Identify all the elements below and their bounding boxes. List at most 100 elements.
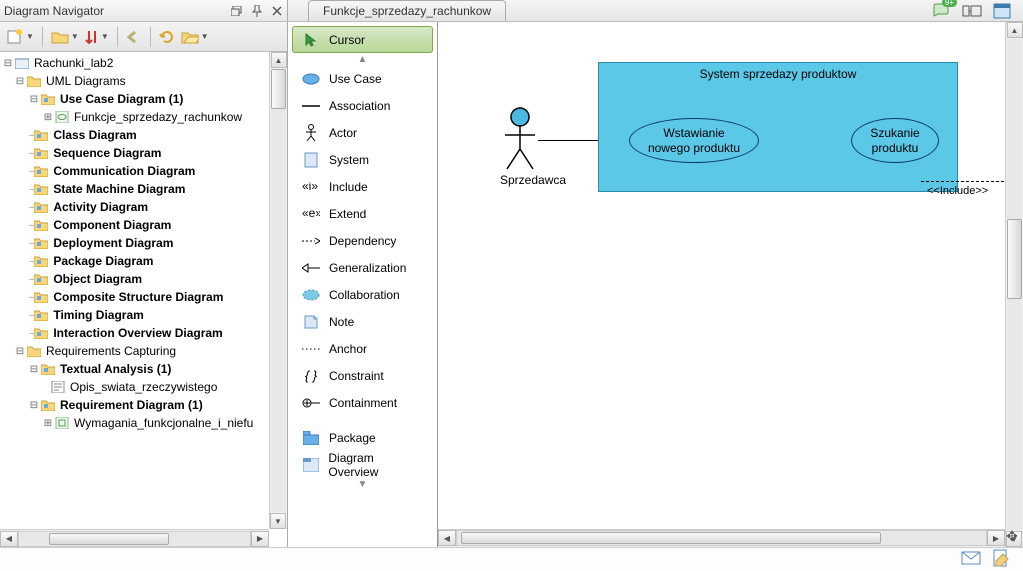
notifications-icon[interactable]: 9+ (931, 1, 953, 21)
palette-extend[interactable]: «e»Extend (292, 200, 433, 227)
tree-item-leaf[interactable]: Opis_swiata_rzeczywistego (0, 378, 280, 396)
tree-item[interactable]: ····Timing Diagram (0, 306, 280, 324)
actor-label: Sprzedawca (500, 173, 540, 187)
scroll-thumb[interactable] (271, 69, 286, 109)
tab-label: Funkcje_sprzedazy_rachunkow (323, 4, 491, 18)
tree-vscroll[interactable]: ▲ ▼ (269, 52, 287, 529)
palette-dependency[interactable]: Dependency (292, 227, 433, 254)
scroll-up-icon[interactable]: ▲ (271, 52, 287, 68)
tree-item[interactable]: ····Communication Diagram (0, 162, 280, 180)
svg-text:«i»: «i» (302, 182, 318, 192)
tree-item[interactable]: ····Deployment Diagram (0, 234, 280, 252)
tree-item-leaf[interactable]: ⊞Wymagania_funkcjonalne_i_niefu (0, 414, 280, 432)
browse-folder-icon[interactable]: ▼ (181, 29, 209, 45)
palette-collapse-up-icon[interactable]: ▲ (288, 53, 437, 65)
diagram-folder-icon (33, 218, 49, 232)
system-boundary[interactable]: System sprzedazy produktow Wstawianienow… (598, 62, 958, 192)
tree-item[interactable]: ····Sequence Diagram (0, 144, 280, 162)
collaboration-icon (301, 289, 321, 301)
open-folder-icon[interactable]: ▼ (51, 29, 79, 45)
tree-item-leaf[interactable]: ⊞ Funkcje_sprzedazy_rachunkow (0, 108, 280, 126)
palette-usecase[interactable]: Use Case (292, 65, 433, 92)
diagram-folder-icon (33, 164, 49, 178)
palette-anchor[interactable]: Anchor (292, 335, 433, 362)
scroll-thumb[interactable] (49, 533, 169, 545)
tree-item[interactable]: ····State Machine Diagram (0, 180, 280, 198)
scroll-thumb[interactable] (1007, 219, 1022, 299)
package-icon (301, 431, 321, 445)
tab-diagram[interactable]: Funkcje_sprzedazy_rachunkow (308, 0, 506, 21)
scroll-up-icon[interactable]: ▲ (1007, 22, 1023, 38)
project-tree[interactable]: ⊟ Rachunki_lab2 ⊟ UML Diagrams ⊟ Use Cas… (0, 52, 280, 529)
tree-item[interactable]: ⊟ Use Case Diagram (1) (0, 90, 280, 108)
pin-icon[interactable] (248, 3, 266, 19)
close-icon[interactable] (268, 3, 286, 19)
tree-group-req[interactable]: ⊟ Requirements Capturing (0, 342, 280, 360)
include-icon: «i» (301, 182, 321, 192)
tree-item[interactable]: ····Component Diagram (0, 216, 280, 234)
main-area: ▼ ▼ ▼ (0, 22, 1023, 547)
diagram-canvas[interactable]: Sprzedawca System sprzedazy produktow Ws… (438, 22, 1005, 529)
move-grip-icon[interactable]: ✥ (1003, 527, 1021, 545)
association-icon (301, 103, 321, 109)
tree-item[interactable]: ⊟Requirement Diagram (1) (0, 396, 280, 414)
restore-icon[interactable] (228, 3, 246, 19)
navigator-panel: ▼ ▼ ▼ (0, 22, 288, 547)
layout-icon[interactable] (961, 1, 983, 21)
tree-hscroll[interactable]: ◀ ▶ (0, 529, 269, 547)
tree-root[interactable]: ⊟ Rachunki_lab2 (0, 54, 280, 72)
diagram-folder-icon (33, 326, 49, 340)
nav-back-icon[interactable] (126, 30, 142, 44)
palette-cursor[interactable]: Cursor (292, 26, 433, 53)
top-bar: Diagram Navigator Funkcje_sprzedazy_rach… (0, 0, 1023, 22)
usecase-1[interactable]: Wstawianienowego produktu (629, 118, 759, 163)
mail-icon[interactable] (961, 551, 981, 568)
editor-area: Cursor ▲ Use Case Association Actor Syst… (288, 22, 1023, 547)
palette-constraint[interactable]: { }Constraint (292, 362, 433, 389)
folder-icon (26, 74, 42, 88)
palette-collapse-down-icon[interactable]: ▼ (288, 478, 437, 490)
tree-item[interactable]: ····Composite Structure Diagram (0, 288, 280, 306)
palette-collaboration[interactable]: Collaboration (292, 281, 433, 308)
palette-include[interactable]: «i»Include (292, 173, 433, 200)
req-file-icon (54, 416, 70, 430)
palette-containment[interactable]: Containment (292, 389, 433, 416)
new-icon[interactable]: ▼ (6, 28, 34, 46)
refresh-icon[interactable] (159, 29, 175, 45)
diagram-folder-icon (40, 92, 56, 106)
tree-item[interactable]: ⊟Textual Analysis (1) (0, 360, 280, 378)
sort-icon[interactable]: ▼ (85, 29, 109, 45)
diagram-folder-icon (40, 398, 56, 412)
scroll-right-icon[interactable]: ▶ (251, 531, 269, 547)
folder-icon (26, 344, 42, 358)
window-icon[interactable] (991, 1, 1013, 21)
palette-generalization[interactable]: Generalization (292, 254, 433, 281)
tree-item[interactable]: ····Object Diagram (0, 270, 280, 288)
tree-item[interactable]: ····Class Diagram (0, 126, 280, 144)
palette-diagram-overview[interactable]: Diagram Overview (292, 451, 433, 478)
palette-association[interactable]: Association (292, 92, 433, 119)
actor-shape[interactable]: Sprzedawca (500, 107, 540, 187)
palette-package[interactable]: Package (292, 424, 433, 451)
system-icon (301, 152, 321, 168)
include-connector[interactable] (921, 181, 1005, 182)
scroll-thumb[interactable] (461, 532, 881, 544)
project-icon (14, 56, 30, 70)
tree-group-uml[interactable]: ⊟ UML Diagrams (0, 72, 280, 90)
navigator-header: Diagram Navigator (0, 0, 288, 21)
scroll-left-icon[interactable]: ◀ (0, 531, 18, 547)
tree-item[interactable]: ····Package Diagram (0, 252, 280, 270)
diagram-folder-icon (33, 182, 49, 196)
tree-item[interactable]: ····Activity Diagram (0, 198, 280, 216)
tree-item[interactable]: ····Interaction Overview Diagram (0, 324, 280, 342)
canvas-vscroll[interactable]: ▲ ▼ (1005, 22, 1023, 547)
generalization-icon (301, 263, 321, 273)
usecase-2[interactable]: Szukanieproduktu (851, 118, 939, 163)
palette-system[interactable]: System (292, 146, 433, 173)
palette-note[interactable]: Note (292, 308, 433, 335)
scroll-down-icon[interactable]: ▼ (270, 513, 286, 529)
canvas-hscroll[interactable]: ◀ ▶ (438, 529, 1005, 547)
edit-note-icon[interactable] (993, 549, 1009, 570)
scroll-left-icon[interactable]: ◀ (438, 530, 456, 546)
palette-actor[interactable]: Actor (292, 119, 433, 146)
